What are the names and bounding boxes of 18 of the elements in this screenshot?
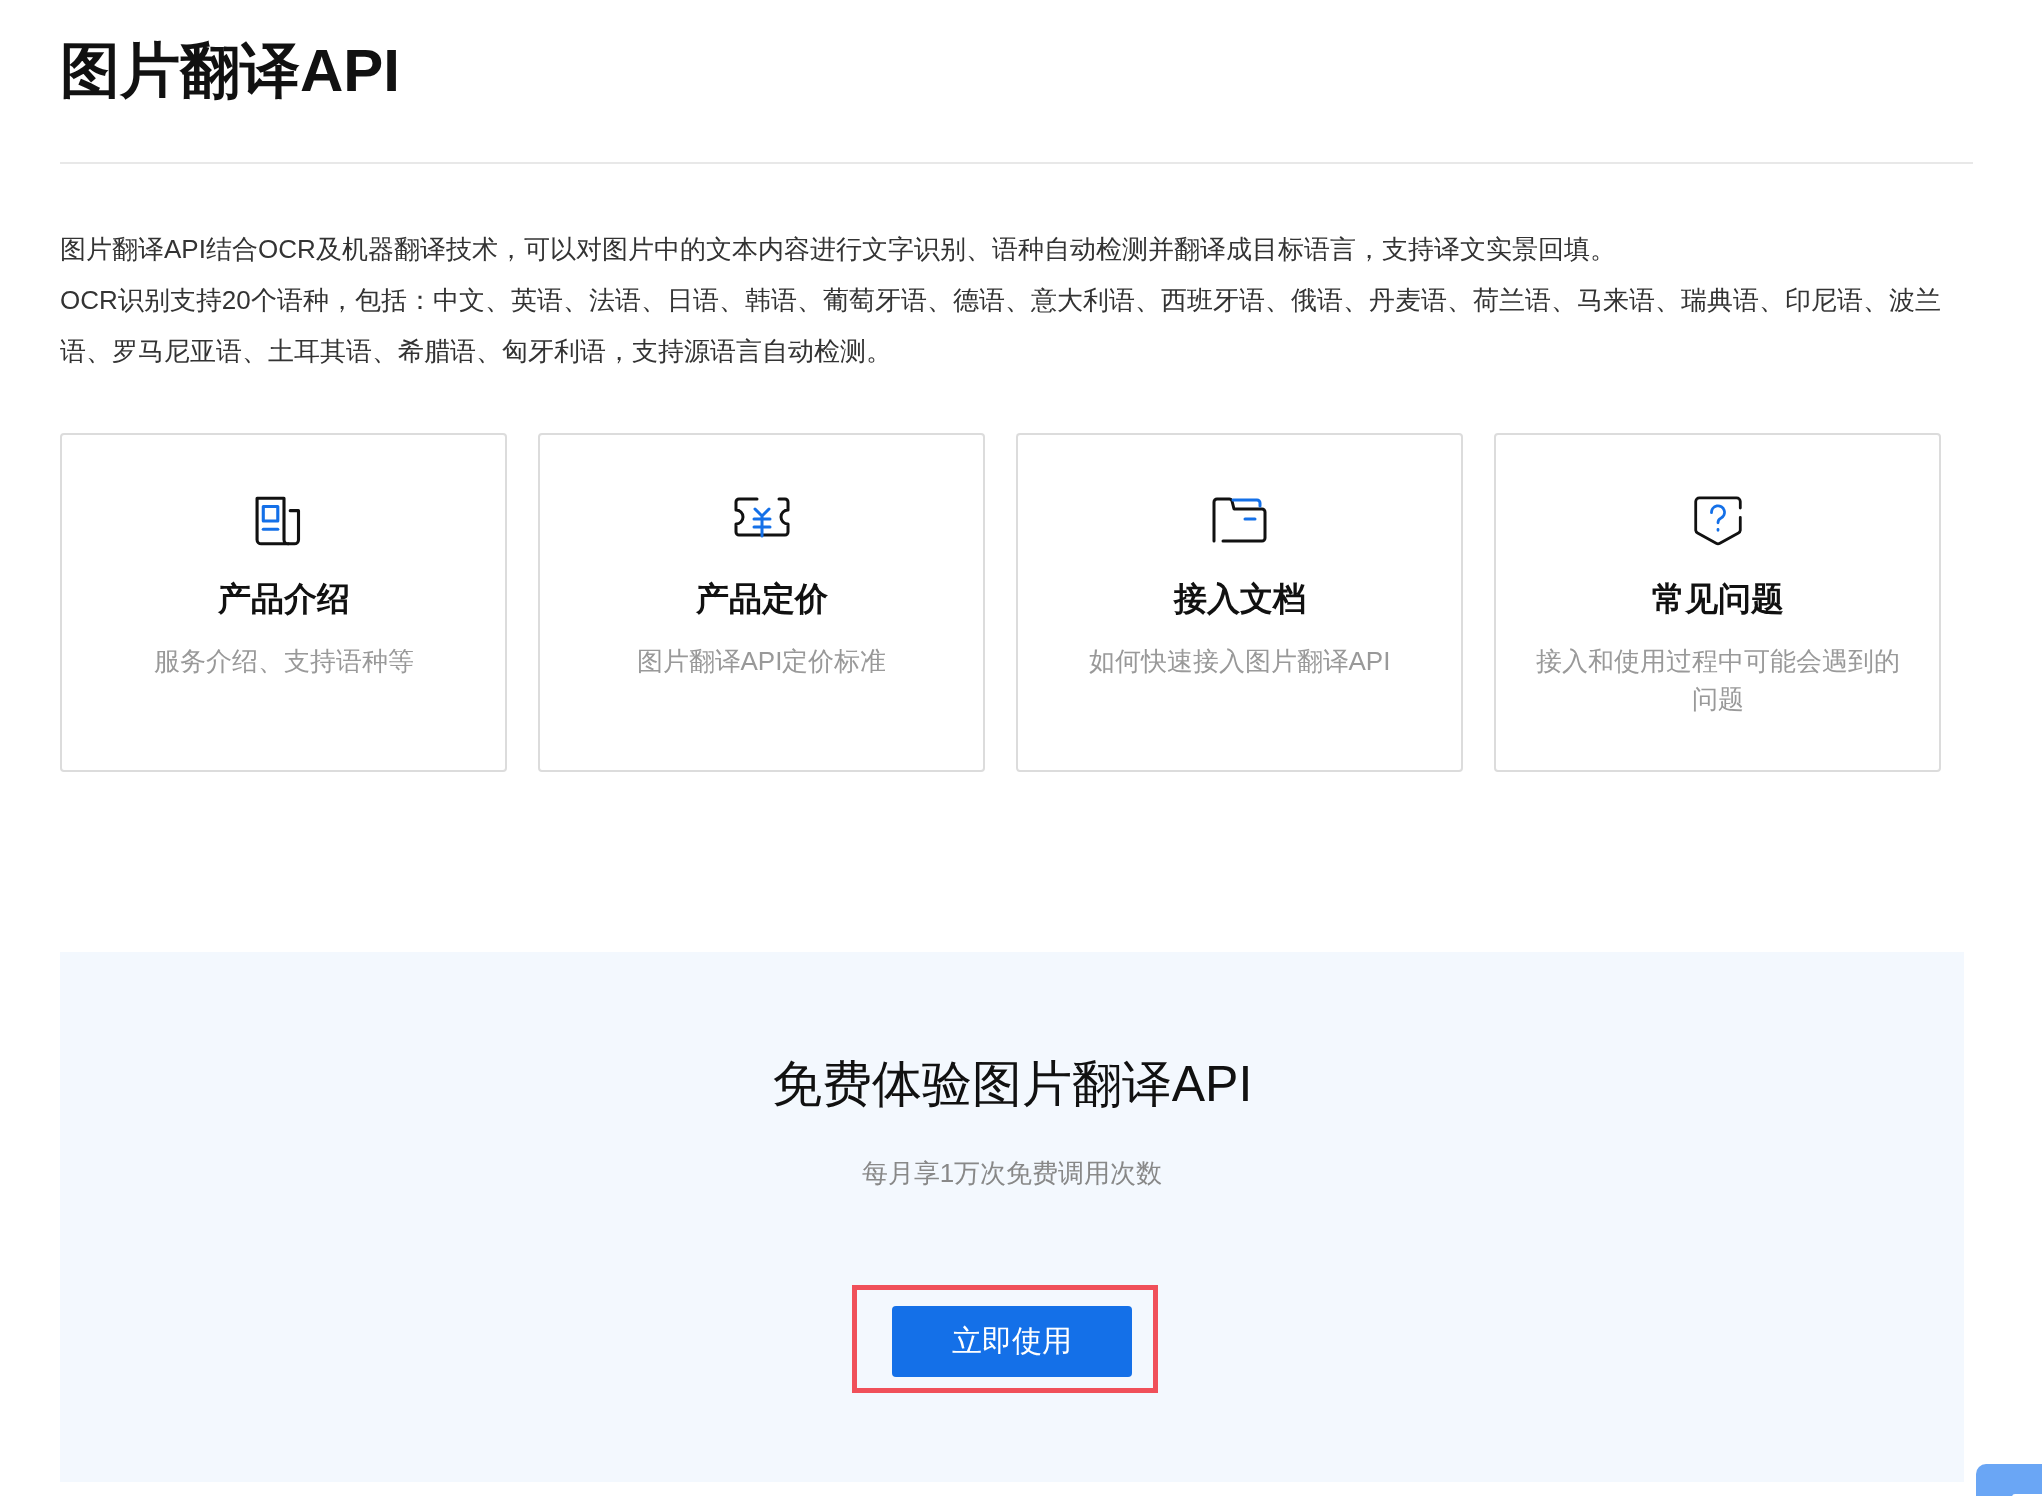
trial-heading: 免费体验图片翻译API: [771, 1055, 1253, 1114]
card-description: 接入和使用过程中可能会遇到的问题: [1534, 645, 1901, 716]
intro-paragraph: 图片翻译API结合OCR及机器翻译技术，可以对图片中的文本内容进行文字识别、语种自动检测并翻译成目标语言，支持译文实景回填。: [60, 233, 1617, 266]
feature-card[interactable]: 产品定价 图片翻译API定价标准: [538, 433, 985, 772]
use-now-button[interactable]: 立即使用: [892, 1306, 1132, 1377]
intro-paragraph: OCR识别支持20个语种，包括：中文、英语、法语、日语、韩语、葡萄牙语、德语、意大利语、西班牙语、俄语、丹麦语、荷兰语、马来语、瑞典语、印尼语、波兰语、罗马尼亚语、土耳其语、希腊语、匈牙利语，支持源语言自动检测。: [60, 284, 1942, 368]
feature-card[interactable]: 产品介绍 服务介绍、支持语种等: [60, 433, 507, 772]
card-description: 如何快速接入图片翻译API: [1087, 645, 1392, 678]
card-title: 产品介绍: [217, 579, 350, 619]
trial-subtitle: 每月享1万次免费调用次数: [861, 1157, 1163, 1190]
card-title: 接入文档: [1173, 579, 1306, 619]
card-description: 图片翻译API定价标准: [635, 645, 888, 678]
card-title: 产品定价: [695, 579, 828, 619]
feature-card[interactable]: 接入文档 如何快速接入图片翻译API: [1016, 433, 1463, 772]
card-description: 服务介绍、支持语种等: [152, 645, 415, 678]
feature-card[interactable]: 常见问题 接入和使用过程中可能会遇到的问题: [1494, 433, 1941, 772]
card-title: 常见问题: [1651, 579, 1784, 619]
page-title: 图片翻译API: [60, 36, 402, 106]
